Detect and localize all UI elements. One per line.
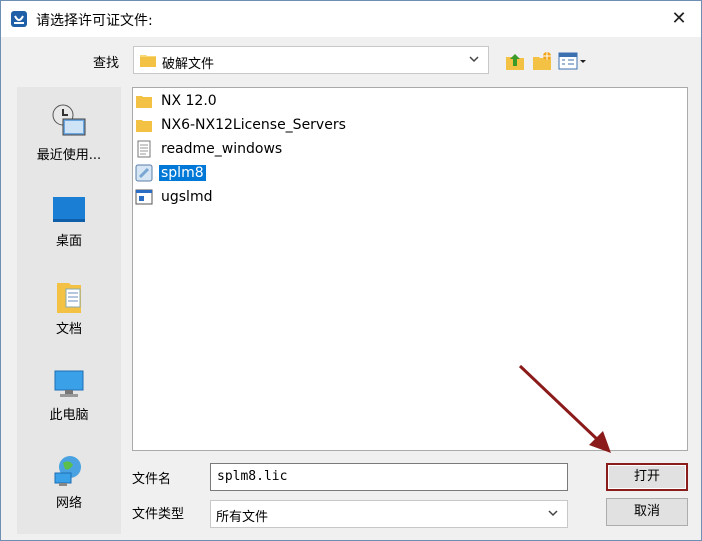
close-button[interactable]: ✕ bbox=[667, 7, 691, 31]
look-in-label: 查找 bbox=[93, 56, 120, 71]
chevron-down-icon bbox=[469, 56, 479, 63]
place-desktop[interactable]: 桌面 bbox=[17, 193, 121, 249]
file-name: NX 12.0 bbox=[161, 93, 217, 109]
place-recent[interactable]: 最近使用... bbox=[17, 101, 121, 163]
up-folder-icon[interactable] bbox=[504, 50, 526, 72]
file-list[interactable]: NX 12.0 NX6-NX12License_Servers readme_w… bbox=[132, 87, 688, 451]
places-bar: 最近使用... 桌面 文档 此电脑 网络 bbox=[17, 87, 121, 534]
computer-icon bbox=[54, 370, 84, 397]
recent-icon bbox=[52, 104, 86, 136]
documents-icon bbox=[57, 283, 81, 313]
place-label: 最近使用... bbox=[36, 148, 102, 163]
list-item[interactable]: ugslmd bbox=[135, 186, 214, 208]
file-type-label: 文件类型 bbox=[132, 507, 185, 522]
app-icon bbox=[11, 11, 27, 27]
folder-icon bbox=[136, 120, 152, 132]
open-button[interactable]: 打开 bbox=[606, 463, 688, 491]
file-open-dialog: 请选择许可证文件: ✕ 查找 破解文件 最近使用... 桌面 文档 此电脑 网络… bbox=[0, 0, 702, 541]
chevron-down-icon bbox=[548, 510, 558, 517]
file-name-label: 文件名 bbox=[132, 472, 172, 487]
file-name-input[interactable]: splm8.lic bbox=[210, 463, 568, 491]
file-name: readme_windows bbox=[161, 141, 283, 157]
list-item[interactable]: NX 12.0 bbox=[135, 90, 219, 112]
file-name: ugslmd bbox=[161, 189, 213, 205]
look-in-dropdown[interactable]: 破解文件 bbox=[133, 46, 489, 74]
place-label: 文档 bbox=[55, 322, 82, 337]
new-folder-icon[interactable] bbox=[531, 50, 553, 72]
list-item[interactable]: readme_windows bbox=[135, 138, 284, 160]
license-file-icon bbox=[135, 164, 153, 182]
desktop-icon bbox=[53, 197, 85, 222]
place-computer[interactable]: 此电脑 bbox=[17, 367, 121, 423]
folder-icon bbox=[140, 55, 156, 67]
file-type-value: 所有文件 bbox=[216, 510, 269, 525]
file-name: splm8 bbox=[159, 165, 206, 181]
app-file-icon bbox=[135, 189, 153, 205]
view-menu-icon[interactable] bbox=[557, 50, 587, 72]
place-label: 网络 bbox=[55, 496, 82, 511]
place-label: 此电脑 bbox=[49, 408, 89, 423]
dialog-title: 请选择许可证文件: bbox=[36, 13, 153, 29]
place-label: 桌面 bbox=[55, 234, 82, 249]
list-item[interactable]: NX6-NX12License_Servers bbox=[135, 114, 348, 136]
network-icon bbox=[54, 456, 81, 486]
place-documents[interactable]: 文档 bbox=[17, 279, 121, 337]
place-network[interactable]: 网络 bbox=[17, 453, 121, 511]
file-type-select[interactable]: 所有文件 bbox=[210, 500, 568, 528]
cancel-button[interactable]: 取消 bbox=[606, 498, 688, 526]
text-file-icon bbox=[137, 140, 151, 158]
file-name: NX6-NX12License_Servers bbox=[161, 117, 346, 133]
title-bar: 请选择许可证文件: ✕ bbox=[1, 1, 701, 37]
list-item-selected[interactable]: splm8 bbox=[135, 162, 206, 184]
look-in-value: 破解文件 bbox=[162, 57, 215, 72]
folder-icon bbox=[136, 96, 152, 108]
